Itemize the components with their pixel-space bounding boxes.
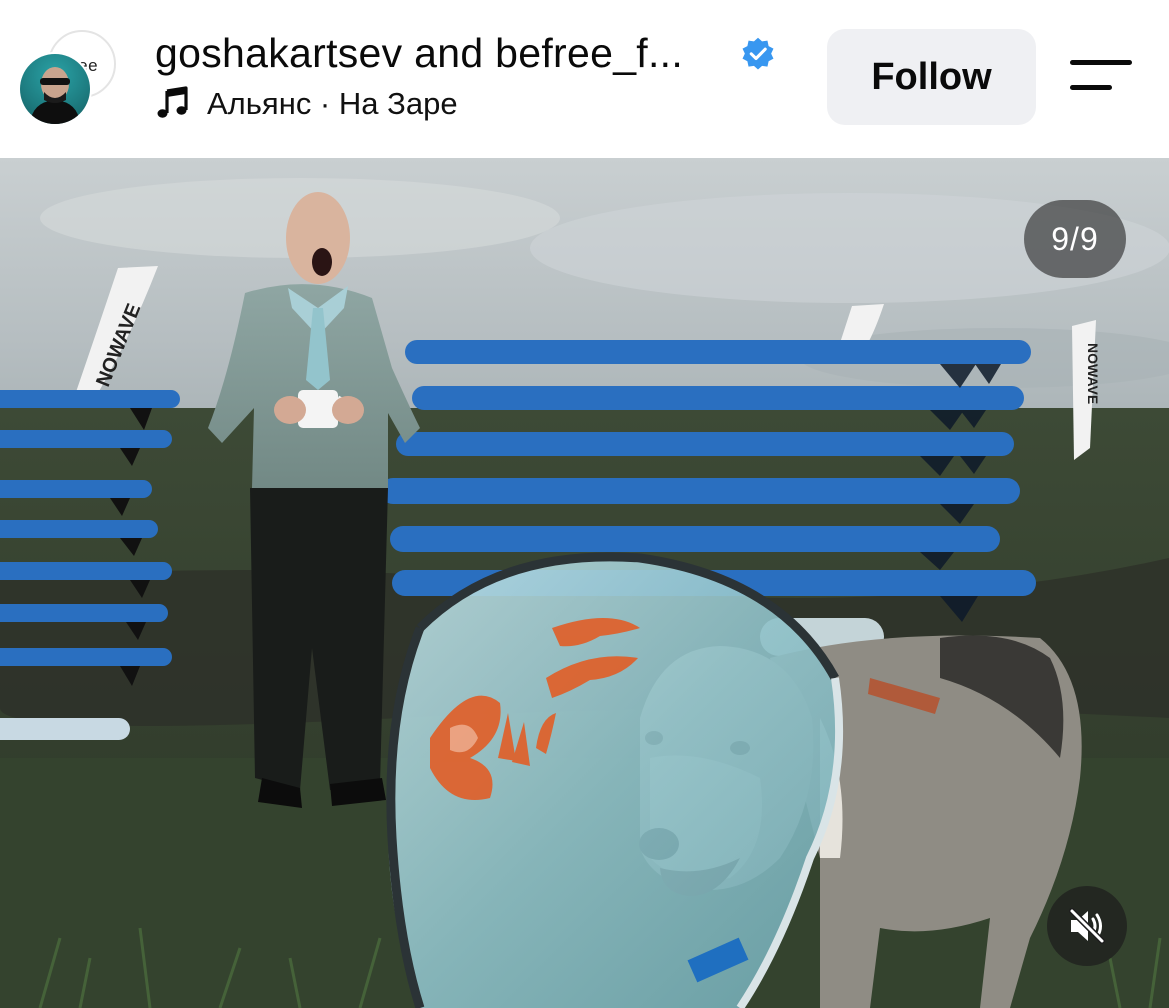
post-media[interactable]: NOWAVE NOWAVE 9/9 [0, 158, 1169, 1008]
music-note-icon [157, 86, 188, 118]
menu-line [1070, 60, 1132, 65]
flag-text-right: NOWAVE [1085, 343, 1101, 404]
menu-icon[interactable] [1070, 58, 1136, 98]
post-photo: NOWAVE NOWAVE [0, 158, 1169, 1008]
carousel-counter: 9/9 [1024, 200, 1126, 278]
menu-line [1070, 85, 1112, 90]
collab-avatars[interactable]: ree [18, 30, 118, 126]
speaker-muted-icon [1069, 908, 1105, 944]
audio-track-link[interactable]: Альянс · На Заре [207, 86, 458, 122]
post-authors[interactable]: goshakartsev and befree_f... [155, 30, 683, 77]
post-header: ree goshakartsev and befree_f... Альянс … [0, 0, 1169, 158]
cone-collar [386, 552, 844, 1008]
avatar-goshakartsev[interactable] [18, 52, 92, 126]
follow-button[interactable]: Follow [827, 29, 1036, 125]
avatar-portrait [30, 67, 80, 124]
verified-badge-icon [742, 37, 774, 70]
mute-button[interactable] [1047, 886, 1127, 966]
